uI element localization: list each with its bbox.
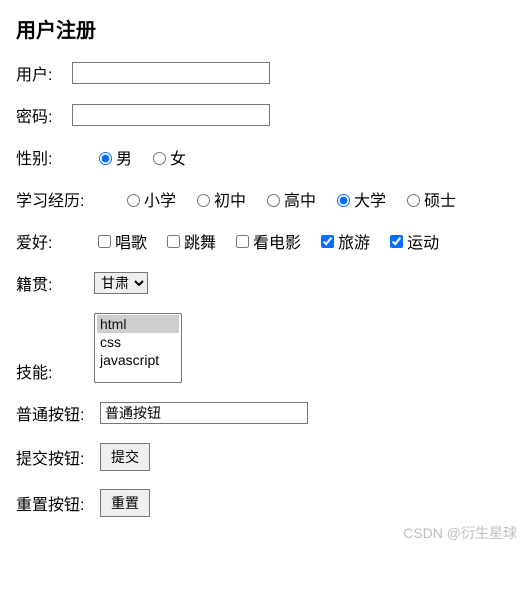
check-movie-input[interactable]: [236, 235, 249, 248]
origin-select[interactable]: 甘肃: [94, 272, 148, 294]
check-travel-label: 旅游: [338, 229, 370, 253]
check-dance-label: 跳舞: [184, 229, 216, 253]
row-education: 学习经历: 小学 初中 高中 大学 硕士: [16, 187, 511, 211]
radio-primary[interactable]: 小学: [122, 187, 176, 211]
radio-university-label: 大学: [354, 187, 386, 211]
watermark: CSDN @衍生星球: [403, 523, 517, 543]
label-user: 用户:: [16, 61, 64, 85]
skills-select[interactable]: html css javascript: [94, 313, 182, 383]
radio-junior[interactable]: 初中: [192, 187, 246, 211]
radio-university[interactable]: 大学: [332, 187, 386, 211]
radio-female-label: 女: [170, 145, 186, 169]
label-origin: 籍贯:: [16, 271, 64, 295]
row-submit-button: 提交按钮: 提交: [16, 443, 511, 471]
check-sing[interactable]: 唱歌: [94, 229, 147, 253]
radio-male-label: 男: [116, 145, 132, 169]
check-dance[interactable]: 跳舞: [163, 229, 216, 253]
password-input[interactable]: [72, 104, 270, 126]
user-input[interactable]: [72, 62, 270, 84]
skills-option-html[interactable]: html: [97, 315, 179, 333]
check-movie-label: 看电影: [253, 229, 301, 253]
radio-senior-label: 高中: [284, 187, 316, 211]
reset-button[interactable]: 重置: [100, 489, 150, 517]
label-education: 学习经历:: [16, 187, 92, 211]
skills-option-css[interactable]: css: [97, 333, 179, 351]
check-sing-input[interactable]: [98, 235, 111, 248]
row-hobby: 爱好: 唱歌 跳舞 看电影 旅游 运动: [16, 229, 511, 253]
row-gender: 性别: 男 女: [16, 145, 511, 169]
row-origin: 籍贯: 甘肃: [16, 271, 511, 295]
check-sing-label: 唱歌: [115, 229, 147, 253]
radio-university-input[interactable]: [337, 194, 350, 207]
radio-male-input[interactable]: [99, 152, 112, 165]
check-dance-input[interactable]: [167, 235, 180, 248]
skills-option-js[interactable]: javascript: [97, 351, 179, 369]
radio-primary-label: 小学: [144, 187, 176, 211]
radio-master[interactable]: 硕士: [402, 187, 456, 211]
radio-male[interactable]: 男: [94, 145, 132, 169]
radio-senior[interactable]: 高中: [262, 187, 316, 211]
radio-master-input[interactable]: [407, 194, 420, 207]
label-submit-button: 提交按钮:: [16, 445, 92, 469]
row-normal-button: 普通按钮:: [16, 401, 511, 425]
check-sport[interactable]: 运动: [386, 229, 439, 253]
row-reset-button: 重置按钮: 重置: [16, 489, 511, 517]
page-title: 用户注册: [16, 14, 511, 43]
label-password: 密码:: [16, 103, 64, 127]
label-hobby: 爱好:: [16, 229, 64, 253]
radio-primary-input[interactable]: [127, 194, 140, 207]
label-reset-button: 重置按钮:: [16, 491, 92, 515]
normal-button-input[interactable]: [100, 402, 308, 424]
check-movie[interactable]: 看电影: [232, 229, 301, 253]
row-password: 密码:: [16, 103, 511, 127]
row-user: 用户:: [16, 61, 511, 85]
row-skills: 技能: html css javascript: [16, 313, 511, 383]
radio-master-label: 硕士: [424, 187, 456, 211]
radio-junior-input[interactable]: [197, 194, 210, 207]
label-normal-button: 普通按钮:: [16, 401, 92, 425]
check-travel-input[interactable]: [321, 235, 334, 248]
submit-button[interactable]: 提交: [100, 443, 150, 471]
check-sport-label: 运动: [407, 229, 439, 253]
radio-female-input[interactable]: [153, 152, 166, 165]
check-travel[interactable]: 旅游: [317, 229, 370, 253]
radio-female[interactable]: 女: [148, 145, 186, 169]
check-sport-input[interactable]: [390, 235, 403, 248]
radio-junior-label: 初中: [214, 187, 246, 211]
label-gender: 性别:: [16, 145, 64, 169]
label-skills: 技能:: [16, 359, 64, 383]
radio-senior-input[interactable]: [267, 194, 280, 207]
